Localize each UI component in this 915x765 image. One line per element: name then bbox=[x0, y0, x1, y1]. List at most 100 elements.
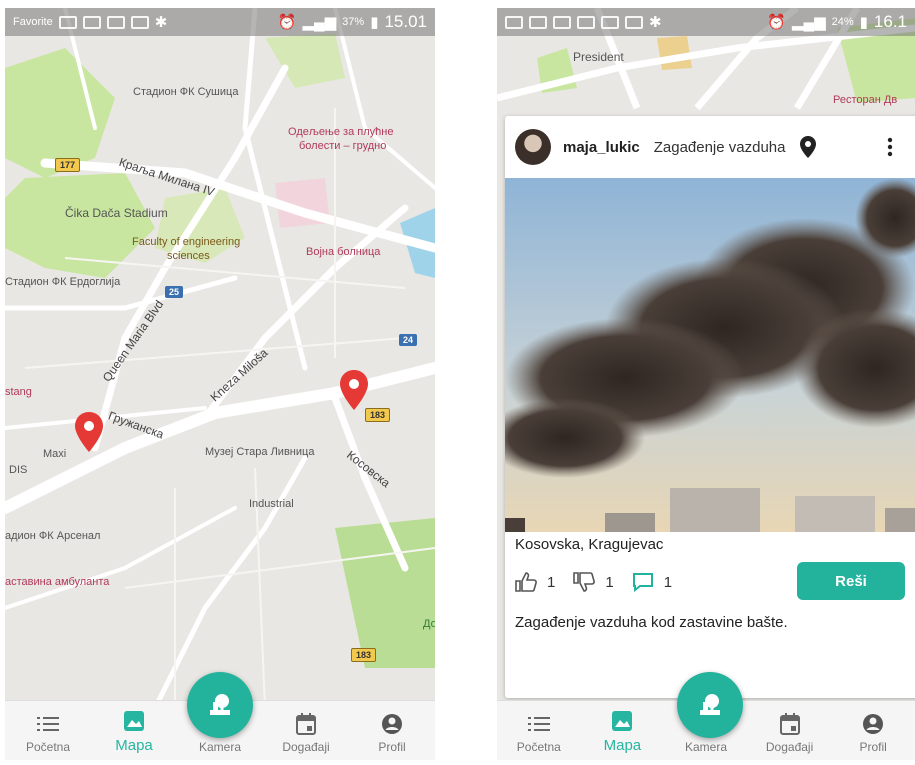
nav-label: Kamera bbox=[198, 740, 242, 754]
map-label: Faculty of engineering bbox=[132, 236, 241, 248]
post-category: Zagađenje vazduha bbox=[653, 138, 786, 156]
map-label: адион ФК Арсенал bbox=[5, 530, 101, 542]
notification-icon bbox=[82, 15, 101, 29]
post-card: maja_lukic Zagađenje vazduha Kosovska, K… bbox=[505, 116, 915, 698]
notification-icon bbox=[529, 15, 547, 29]
map-pin-icon[interactable] bbox=[75, 412, 103, 452]
notification-icon bbox=[553, 15, 571, 29]
map-label: До bbox=[423, 618, 435, 630]
avatar[interactable] bbox=[515, 129, 551, 165]
status-bar: Favorite ✱ ⏰ ▂▄▆ 37% ▮ 15.01 bbox=[5, 8, 435, 36]
post-detail-screen: ✱ ⏰ ▂▄▆ 24% ▮ 16.1 President Ресторан Дв… bbox=[497, 8, 915, 760]
location-pin-icon[interactable] bbox=[799, 136, 816, 158]
list-icon bbox=[37, 712, 59, 736]
camera-fab-button[interactable] bbox=[677, 672, 743, 738]
more-options-icon[interactable] bbox=[887, 137, 893, 157]
road-shield: 183 bbox=[351, 648, 377, 662]
map-label: Музеј Стара Ливница bbox=[205, 446, 315, 458]
post-actions: 1 1 1 bbox=[515, 564, 672, 600]
map-icon bbox=[611, 709, 633, 733]
road-shield: 183 bbox=[365, 408, 391, 422]
notification-icon bbox=[58, 15, 77, 29]
signal-icon: ▂▄▆ bbox=[791, 14, 826, 31]
camera-icon bbox=[210, 694, 230, 715]
nav-item-profil[interactable]: Profil bbox=[357, 712, 427, 754]
battery-level: 24% bbox=[831, 16, 854, 28]
nav-label: Događaji bbox=[765, 740, 814, 754]
alarm-icon: ⏰ bbox=[767, 14, 786, 31]
nav-label: Profil bbox=[859, 740, 887, 754]
map-label: stang bbox=[5, 386, 32, 398]
comment-count: 1 bbox=[663, 573, 673, 591]
road-shield: 24 bbox=[399, 334, 418, 346]
nav-item-dogadjaji[interactable]: Događaji bbox=[271, 712, 341, 754]
map-label: President bbox=[573, 50, 624, 64]
nav-label: Početna bbox=[516, 740, 561, 754]
map-screen: Favorite ✱ ⏰ ▂▄▆ 37% ▮ 15.01 Стадион ФК … bbox=[5, 8, 435, 760]
nav-label: Mapa bbox=[115, 737, 153, 754]
dislike-icon[interactable] bbox=[573, 572, 596, 592]
road-shield: 177 bbox=[55, 158, 81, 172]
battery-level: 37% bbox=[342, 16, 365, 28]
map-label: болести – грудно bbox=[299, 140, 387, 152]
map-label: sciences bbox=[167, 250, 210, 262]
clock: 16.1 bbox=[873, 12, 907, 31]
notification-icon bbox=[577, 15, 595, 29]
battery-icon: ▮ bbox=[859, 14, 868, 31]
map-label: Industrial bbox=[249, 498, 294, 510]
map-label: Čika Dača Stadium bbox=[65, 206, 168, 220]
status-bar: ✱ ⏰ ▂▄▆ 24% ▮ 16.1 bbox=[497, 8, 915, 36]
map-label: Стадион ФК Ердоглија bbox=[5, 276, 121, 288]
post-header: maja_lukic Zagađenje vazduha bbox=[505, 116, 915, 178]
comment-icon[interactable] bbox=[632, 572, 654, 592]
nav-item-dogadjaji[interactable]: Događaji bbox=[755, 712, 825, 754]
notification-icon bbox=[505, 15, 523, 29]
resolve-button[interactable]: Reši bbox=[797, 562, 905, 600]
nav-item-profil[interactable]: Profil bbox=[838, 712, 908, 754]
map-icon bbox=[123, 709, 145, 733]
nav-item-mapa[interactable]: Mapa bbox=[99, 709, 169, 754]
profile-icon bbox=[381, 712, 403, 736]
like-icon[interactable] bbox=[515, 572, 537, 592]
post-photo[interactable] bbox=[505, 178, 915, 532]
map-label: Maxi bbox=[43, 448, 67, 460]
bluetooth-icon: ✱ bbox=[154, 14, 168, 31]
map-label: Ресторан Дв bbox=[833, 94, 898, 106]
alarm-icon: ⏰ bbox=[277, 14, 297, 31]
list-icon bbox=[527, 712, 550, 736]
nav-label: Početna bbox=[25, 740, 71, 754]
map-label: Стадион ФК Сушица bbox=[133, 86, 239, 98]
notification-icon bbox=[625, 15, 643, 29]
road-shield: 25 bbox=[165, 286, 184, 298]
camera-fab-button[interactable] bbox=[187, 672, 253, 738]
nav-label: Profil bbox=[378, 740, 406, 754]
battery-icon: ▮ bbox=[370, 14, 379, 31]
dislike-count: 1 bbox=[605, 573, 614, 591]
post-address: Kosovska, Kragujevac bbox=[515, 536, 664, 553]
nav-item-mapa[interactable]: Mapa bbox=[587, 709, 657, 754]
calendar-icon bbox=[296, 712, 316, 736]
bluetooth-icon: ✱ bbox=[649, 14, 662, 31]
calendar-icon bbox=[779, 712, 800, 736]
like-count: 1 bbox=[547, 573, 556, 591]
camera-icon bbox=[700, 694, 720, 715]
notification-icon bbox=[130, 15, 149, 29]
nav-label: Mapa bbox=[603, 737, 642, 754]
notification-icon bbox=[106, 15, 125, 29]
nav-item-pocetna[interactable]: Početna bbox=[504, 712, 574, 754]
map-label: аставина амбуланта bbox=[5, 576, 110, 588]
map-label: DIS bbox=[9, 464, 28, 476]
clock: 15.01 bbox=[384, 12, 427, 31]
profile-icon bbox=[862, 712, 884, 736]
map-pin-icon[interactable] bbox=[340, 370, 368, 410]
notification-icon bbox=[601, 15, 619, 29]
map-label: Одељење за плућне bbox=[288, 126, 394, 138]
nav-label: Događaji bbox=[282, 740, 330, 754]
nav-item-pocetna[interactable]: Početna bbox=[13, 712, 83, 754]
post-description: Zagađenje vazduha kod zastavine bašte. bbox=[515, 614, 788, 631]
nav-label: Kamera bbox=[684, 740, 727, 754]
post-username[interactable]: maja_lukic bbox=[563, 139, 640, 156]
carrier-label: Favorite bbox=[13, 16, 53, 28]
map-label: Војна болница bbox=[306, 246, 381, 258]
signal-icon: ▂▄▆ bbox=[302, 14, 337, 31]
